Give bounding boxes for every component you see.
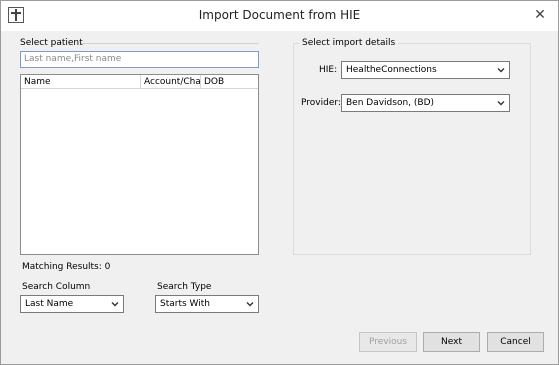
provider-label: Provider: bbox=[301, 98, 341, 108]
hie-select[interactable]: HealtheConnections bbox=[341, 61, 510, 79]
select-patient-divider bbox=[81, 43, 259, 44]
search-column-value: Last Name bbox=[25, 299, 74, 309]
hie-value: HealtheConnections bbox=[346, 65, 437, 75]
chevron-down-icon bbox=[497, 101, 505, 106]
next-button[interactable]: Next bbox=[423, 332, 480, 352]
title-bar: Import Document from HIE ✕ bbox=[1, 1, 558, 31]
search-column-select[interactable]: Last Name bbox=[20, 295, 124, 313]
provider-select[interactable]: Ben Davidson, (BD) bbox=[341, 94, 510, 112]
search-type-select[interactable]: Starts With bbox=[155, 295, 259, 313]
select-patient-label: Select patient bbox=[20, 38, 83, 48]
patient-search-input[interactable]: Last name,First name bbox=[20, 51, 259, 68]
chevron-down-icon bbox=[497, 68, 505, 73]
search-type-label: Search Type bbox=[157, 282, 212, 292]
chevron-down-icon bbox=[246, 302, 254, 307]
hie-label: HIE: bbox=[319, 65, 338, 75]
dialog-title: Import Document from HIE bbox=[198, 8, 361, 22]
close-icon[interactable]: ✕ bbox=[528, 4, 552, 26]
chevron-down-icon bbox=[111, 302, 119, 307]
search-column-label: Search Column bbox=[22, 282, 91, 292]
provider-value: Ben Davidson, (BD) bbox=[346, 98, 435, 108]
column-header-account[interactable]: Account/Cha bbox=[141, 75, 201, 89]
search-type-value: Starts With bbox=[160, 299, 210, 309]
patient-list[interactable]: Name Account/Cha DOB bbox=[20, 74, 259, 255]
matching-results: Matching Results: 0 bbox=[22, 262, 111, 272]
import-dialog: Import Document from HIE ✕ Select patien… bbox=[0, 0, 559, 365]
patient-list-header: Name Account/Cha DOB bbox=[21, 75, 258, 89]
import-details-label: Select import details bbox=[299, 38, 399, 48]
previous-button[interactable]: Previous bbox=[359, 332, 417, 352]
cancel-button[interactable]: Cancel bbox=[487, 332, 544, 352]
column-header-name[interactable]: Name bbox=[21, 75, 141, 89]
column-header-dob[interactable]: DOB bbox=[201, 75, 258, 89]
